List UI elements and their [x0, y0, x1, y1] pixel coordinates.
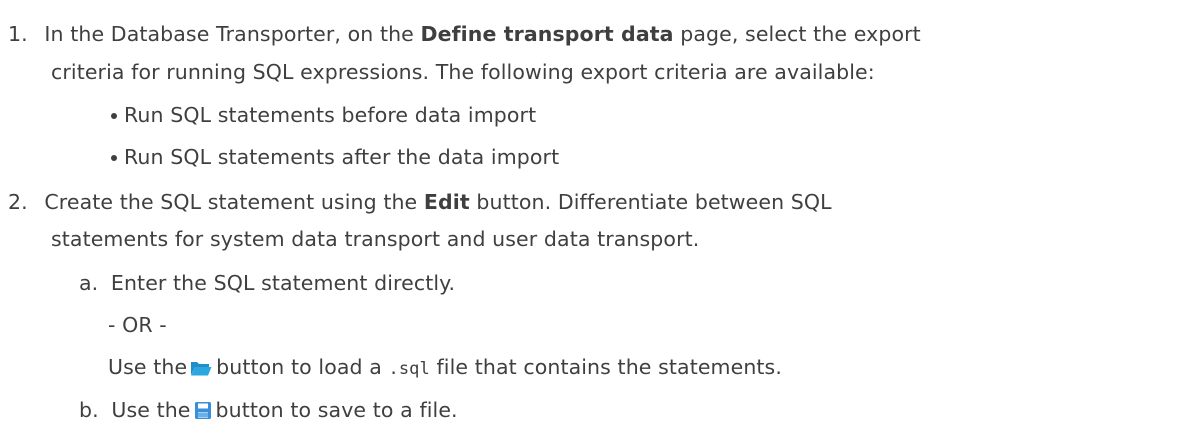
- step-text: button. Differentiate between SQL: [469, 190, 832, 214]
- sql-file-extension: .sql: [388, 359, 430, 379]
- edit-button-name: Edit: [423, 190, 470, 214]
- or-separator: - OR -: [108, 313, 167, 337]
- save-icon: [194, 399, 212, 427]
- step-1-line-1: 1. In the Database Transporter, on the D…: [8, 20, 921, 48]
- substep-a-open-line: Use the button to load a .sql file that …: [108, 353, 782, 384]
- substep-text: Enter the SQL statement directly.: [110, 271, 456, 295]
- bullet-item: Run SQL statements after the data import: [124, 145, 560, 169]
- step-2-line-1: 2. Create the SQL statement using the Ed…: [8, 188, 832, 216]
- step-number: 1.: [8, 22, 28, 46]
- folder-open-icon: [190, 356, 212, 384]
- substep-a: a. Enter the SQL statement directly.: [79, 269, 455, 297]
- step-text: page, select the export: [673, 22, 921, 46]
- step-text: Create the SQL statement using the: [44, 190, 424, 214]
- bullet-item: Run SQL statements before data import: [124, 103, 537, 127]
- bullet-icon: [111, 155, 117, 161]
- page-name-define-transport-data: Define transport data: [420, 22, 674, 46]
- step-number: 2.: [8, 190, 28, 214]
- step-1-line-2: criteria for running SQL expressions. Th…: [51, 60, 875, 84]
- substep-b: b. Use the button to save to a file.: [79, 396, 458, 427]
- step-text: In the Database Transporter, on the: [44, 22, 421, 46]
- substep-letter: a.: [79, 271, 99, 295]
- substep-letter: b.: [79, 398, 99, 422]
- bullet-icon: [111, 113, 117, 119]
- step-2-line-2: statements for system data transport and…: [51, 227, 700, 251]
